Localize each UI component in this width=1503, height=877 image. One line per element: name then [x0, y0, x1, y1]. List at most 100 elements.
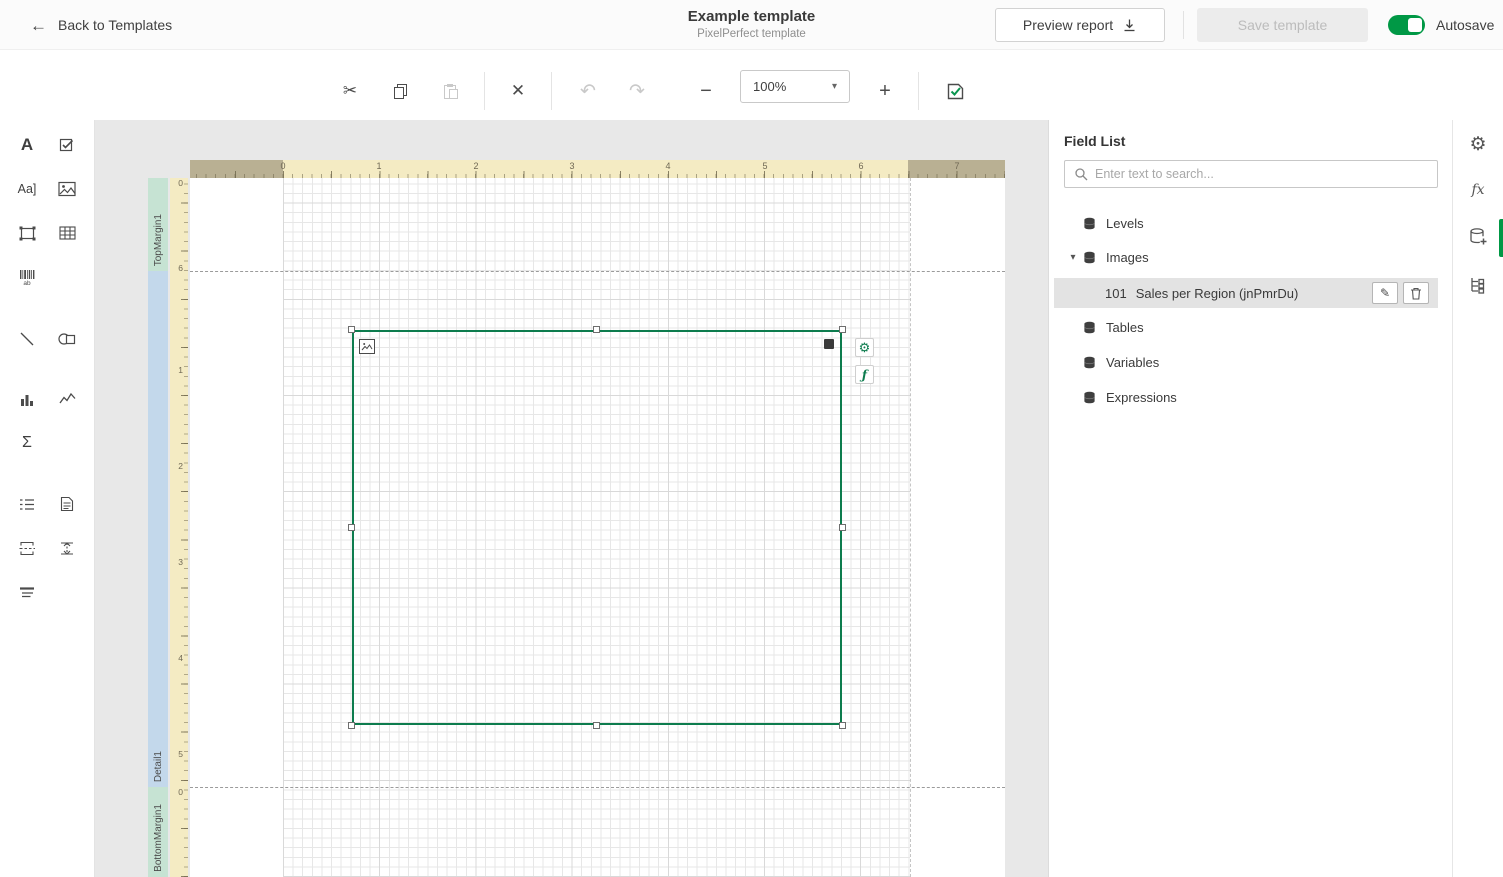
resize-handle-middle-left[interactable] [348, 524, 355, 531]
delete-icon: ✕ [511, 81, 525, 101]
validate-report-button[interactable] [938, 74, 972, 108]
image-label: Sales per Region (jnPmrDu) [1136, 286, 1299, 301]
field-list-panel-button[interactable] [1460, 219, 1496, 255]
selected-image-element[interactable]: ⚙ ƒ [352, 330, 842, 725]
sigma-icon: Σ [22, 434, 32, 452]
rich-text-tool[interactable]: Aa] [10, 172, 44, 206]
field-search-input[interactable] [1095, 167, 1428, 181]
report-page[interactable]: ⚙ ƒ [190, 178, 1005, 877]
resize-handle-top-left[interactable] [348, 326, 355, 333]
design-canvas[interactable]: 0 1 2 3 4 5 6 7 0 6 1 2 3 4 5 0 TopMargi… [95, 120, 1048, 877]
tree-item-image-101[interactable]: 101 Sales per Region (jnPmrDu) ✎ [1054, 278, 1438, 308]
h-ruler-label: 4 [665, 161, 670, 171]
paste-button[interactable] [433, 74, 467, 108]
data-binding-tag-icon[interactable] [824, 339, 834, 349]
page-info-tool[interactable] [50, 487, 84, 521]
resize-handle-top-center[interactable] [593, 326, 600, 333]
panel-frame-icon [19, 226, 36, 241]
resize-handle-middle-right[interactable] [839, 524, 846, 531]
picture-box-tool[interactable] [50, 172, 84, 206]
back-label: Back to Templates [58, 17, 172, 33]
tree-item-tables[interactable]: Tables [1049, 312, 1453, 342]
list-tool[interactable] [10, 487, 44, 521]
page-info-icon [60, 496, 74, 512]
band-separator-line[interactable] [190, 787, 1005, 788]
save-template-button[interactable]: Save template [1197, 8, 1368, 42]
vertical-ruler[interactable]: 0 6 1 2 3 4 5 0 [170, 178, 188, 877]
shape-tool[interactable] [50, 322, 84, 356]
database-icon [1083, 320, 1097, 334]
pencil-icon: ✎ [1380, 286, 1390, 300]
database-icon [1083, 355, 1097, 369]
settings-panel-button[interactable]: ⚙ [1460, 126, 1496, 162]
edit-image-button[interactable]: ✎ [1372, 282, 1398, 304]
paste-icon [442, 83, 459, 100]
h-ruler-label: 3 [569, 161, 574, 171]
sparkline-tool[interactable] [50, 382, 84, 416]
band-strip-top-margin[interactable]: TopMargin1 [148, 178, 168, 271]
autosave-toggle[interactable] [1388, 15, 1425, 35]
page-break-tool[interactable] [10, 531, 44, 565]
table-of-contents-tool[interactable] [10, 575, 44, 609]
table-tool[interactable] [50, 216, 84, 250]
resize-handle-bottom-right[interactable] [839, 722, 846, 729]
undo-button[interactable]: ↶ [571, 74, 605, 108]
list-icon [19, 498, 35, 511]
cross-band-line-tool[interactable] [50, 531, 84, 565]
redo-button[interactable]: ↷ [620, 74, 654, 108]
delete-image-button[interactable] [1403, 282, 1429, 304]
formulas-panel-button[interactable]: fx [1460, 172, 1496, 208]
line-icon [19, 331, 35, 347]
panel-tool[interactable] [10, 216, 44, 250]
horizontal-ruler[interactable]: 0 1 2 3 4 5 6 7 [190, 160, 1005, 178]
copy-button[interactable] [383, 74, 417, 108]
element-settings-button[interactable]: ⚙ [855, 338, 874, 357]
tree-item-expressions[interactable]: Expressions [1049, 382, 1453, 412]
back-to-templates-button[interactable]: ← Back to Templates [30, 0, 172, 50]
resize-handle-top-right[interactable] [839, 326, 846, 333]
tree-item-variables[interactable]: Variables [1049, 347, 1453, 377]
tree-item-images[interactable]: ▾ Images [1049, 242, 1453, 272]
h-ruler-label: 2 [473, 161, 478, 171]
line-tool[interactable] [10, 322, 44, 356]
band-strip-detail[interactable]: Detail1 [148, 271, 168, 787]
resize-handle-bottom-center[interactable] [593, 722, 600, 729]
label-tool[interactable]: A [10, 128, 44, 162]
barcode-tool[interactable]: ab [10, 260, 44, 294]
band-separator-line[interactable] [190, 271, 1005, 272]
barcode-icon: ab [18, 269, 36, 286]
chevron-down-icon[interactable]: ▾ [1063, 252, 1083, 263]
image-id: 101 [1105, 286, 1127, 301]
field-list-title: Field List [1064, 133, 1125, 149]
page-break-icon [19, 541, 35, 556]
zoom-in-button[interactable]: + [868, 74, 902, 108]
image-element-type-icon [359, 339, 375, 354]
field-search-box[interactable] [1064, 160, 1438, 188]
report-structure-panel-button[interactable] [1460, 267, 1496, 303]
summary-tool[interactable]: Σ [10, 426, 44, 460]
v-ruler-label: 2 [178, 461, 183, 471]
header-divider [1183, 11, 1184, 39]
band-strip-bottom-margin[interactable]: BottomMargin1 [148, 787, 168, 877]
resize-handle-bottom-left[interactable] [348, 722, 355, 729]
controls-sidebar: A Aa] ab Σ [0, 120, 95, 877]
chart-tool[interactable] [10, 382, 44, 416]
preview-report-button[interactable]: Preview report [995, 8, 1165, 42]
band-label: Detail1 [153, 751, 164, 782]
tree-item-levels[interactable]: Levels [1049, 208, 1453, 238]
zoom-value: 100% [753, 79, 786, 94]
function-icon: ƒ [862, 368, 867, 382]
cut-button[interactable]: ✂ [333, 74, 367, 108]
delete-button[interactable]: ✕ [501, 74, 535, 108]
element-formula-button[interactable]: ƒ [855, 365, 874, 384]
zoom-out-button[interactable]: − [689, 74, 723, 108]
page-subtitle: PixelPerfect template [688, 28, 816, 40]
checkbox-tool[interactable] [50, 128, 84, 162]
trash-icon [1410, 287, 1422, 300]
h-ruler-label: 5 [762, 161, 767, 171]
v-ruler-label: 0 [178, 787, 183, 797]
v-ruler-label: 5 [178, 749, 183, 759]
label-tool-icon: A [21, 135, 33, 155]
zoom-select[interactable]: 100% ▾ [740, 70, 850, 103]
template-title-block: Example template PixelPerfect template [688, 8, 816, 40]
